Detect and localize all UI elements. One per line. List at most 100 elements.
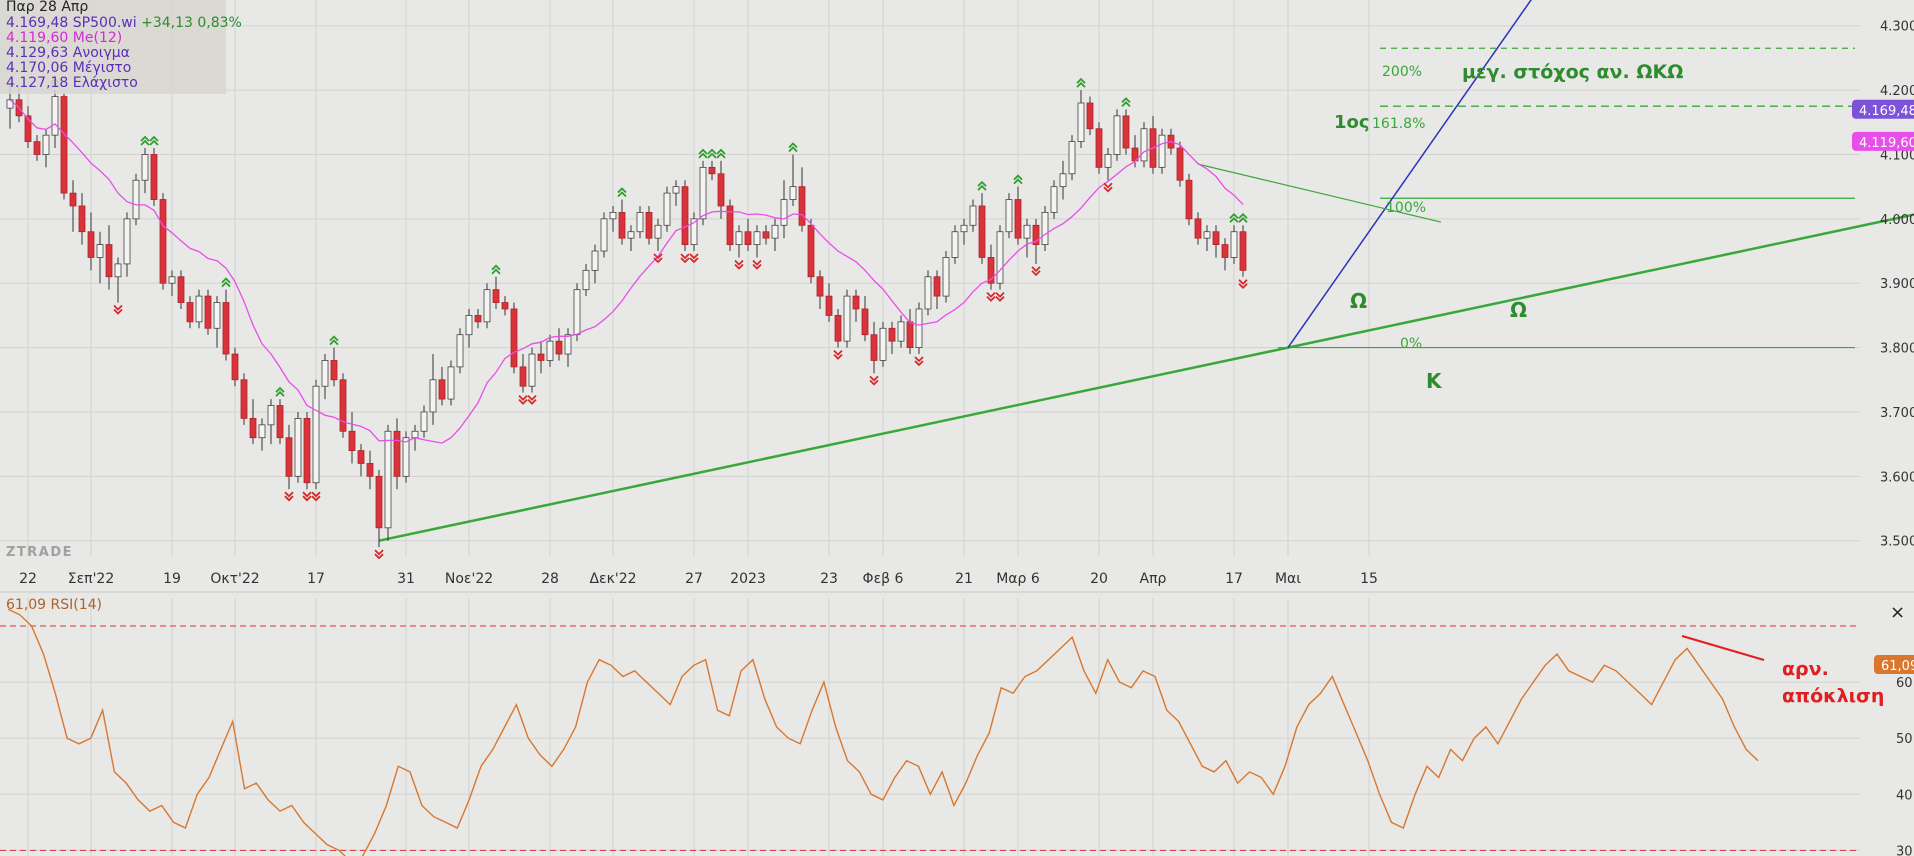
bullish-candle[interactable] [1230, 231, 1238, 258]
bearish-candle[interactable] [303, 417, 311, 484]
bullish-candle[interactable] [654, 224, 662, 239]
bullish-candle[interactable] [384, 430, 392, 529]
bullish-candle[interactable] [114, 263, 122, 278]
bullish-candle[interactable] [951, 231, 959, 258]
bullish-candle[interactable] [447, 366, 455, 400]
bullish-candle[interactable] [483, 289, 491, 323]
bearish-candle[interactable] [744, 231, 752, 245]
bearish-candle[interactable] [375, 475, 383, 529]
bullish-candle[interactable] [1077, 102, 1085, 143]
bullish-candle[interactable] [591, 250, 599, 271]
bearish-candle[interactable] [1221, 244, 1229, 258]
bearish-candle[interactable] [60, 96, 68, 194]
bullish-candle[interactable] [51, 96, 59, 136]
bearish-candle[interactable] [159, 199, 167, 284]
bullish-candle[interactable] [663, 192, 671, 226]
bearish-candle[interactable] [105, 244, 113, 278]
bearish-candle[interactable] [501, 302, 509, 310]
bullish-candle[interactable] [771, 224, 779, 239]
bearish-candle[interactable] [339, 379, 347, 432]
bearish-candle[interactable] [888, 327, 896, 342]
bearish-candle[interactable] [87, 231, 95, 258]
bullish-candle[interactable] [582, 269, 590, 291]
bearish-candle[interactable] [492, 289, 500, 303]
bearish-candle[interactable] [474, 315, 482, 323]
bearish-candle[interactable] [825, 295, 833, 316]
bearish-candle[interactable] [249, 417, 257, 439]
bearish-candle[interactable] [861, 308, 869, 336]
bearish-candle[interactable] [222, 302, 230, 355]
bullish-candle[interactable] [96, 244, 104, 258]
bullish-candle[interactable] [411, 430, 419, 439]
bearish-candle[interactable] [978, 205, 986, 258]
bearish-candle[interactable] [366, 463, 374, 477]
bearish-candle[interactable] [1176, 147, 1184, 181]
bullish-candle[interactable] [969, 205, 977, 226]
bullish-candle[interactable] [321, 360, 329, 387]
bullish-candle[interactable] [42, 134, 50, 155]
bullish-candle[interactable] [960, 224, 968, 233]
bearish-candle[interactable] [537, 353, 545, 361]
bullish-candle[interactable] [213, 302, 221, 329]
bearish-candle[interactable] [204, 295, 212, 329]
bullish-candle[interactable] [780, 199, 788, 226]
bearish-candle[interactable] [1095, 128, 1103, 168]
bearish-candle[interactable] [681, 186, 689, 245]
bearish-candle[interactable] [645, 212, 653, 239]
bearish-candle[interactable] [618, 212, 626, 239]
bearish-candle[interactable] [933, 276, 941, 297]
bearish-candle[interactable] [1086, 102, 1094, 130]
bearish-candle[interactable] [1194, 218, 1202, 239]
bullish-candle[interactable] [195, 295, 203, 323]
bullish-candle[interactable] [168, 276, 176, 284]
bullish-candle[interactable] [942, 257, 950, 297]
bullish-candle[interactable] [564, 334, 572, 355]
bullish-candle[interactable] [627, 231, 635, 239]
bullish-candle[interactable] [402, 437, 410, 477]
bullish-candle[interactable] [1023, 224, 1031, 239]
bearish-candle[interactable] [1239, 231, 1247, 271]
bearish-candle[interactable] [852, 295, 860, 310]
bearish-candle[interactable] [762, 231, 770, 239]
bullish-candle[interactable] [1050, 186, 1058, 213]
bullish-candle[interactable] [312, 385, 320, 484]
bullish-candle[interactable] [573, 289, 581, 336]
bullish-candle[interactable] [465, 315, 473, 336]
bullish-candle[interactable] [132, 179, 140, 220]
bullish-candle[interactable] [753, 231, 761, 245]
bearish-candle[interactable] [708, 166, 716, 175]
bearish-candle[interactable] [357, 450, 365, 464]
bearish-candle[interactable] [519, 366, 527, 387]
bearish-candle[interactable] [1212, 231, 1220, 245]
bearish-candle[interactable] [69, 192, 77, 207]
close-rsi-panel-icon[interactable]: × [1890, 602, 1905, 623]
bullish-candle[interactable] [843, 295, 851, 342]
bearish-candle[interactable] [816, 276, 824, 297]
bearish-candle[interactable] [177, 276, 185, 303]
bearish-candle[interactable] [798, 186, 806, 226]
bullish-candle[interactable] [1005, 199, 1013, 233]
bearish-candle[interactable] [330, 360, 338, 381]
bullish-candle[interactable] [1041, 212, 1049, 245]
bullish-candle[interactable] [456, 334, 464, 368]
price-chart[interactable]: 3.5003.6003.7003.8003.9004.0004.1004.200… [0, 0, 1914, 856]
bullish-candle[interactable] [924, 276, 932, 310]
bearish-candle[interactable] [276, 405, 284, 439]
bearish-candle[interactable] [33, 141, 41, 155]
bullish-candle[interactable] [1068, 141, 1076, 175]
bearish-candle[interactable] [555, 340, 563, 355]
bearish-candle[interactable] [240, 379, 248, 419]
bearish-candle[interactable] [393, 430, 401, 477]
bullish-candle[interactable] [1104, 154, 1112, 168]
bearish-candle[interactable] [906, 321, 914, 348]
bullish-candle[interactable] [915, 308, 923, 348]
bullish-candle[interactable] [429, 379, 437, 413]
bullish-candle[interactable] [1158, 134, 1166, 168]
bullish-candle[interactable] [1203, 231, 1211, 239]
bullish-candle[interactable] [1059, 173, 1067, 188]
bearish-candle[interactable] [285, 437, 293, 477]
bearish-candle[interactable] [150, 154, 158, 200]
bullish-candle[interactable] [420, 411, 428, 432]
bullish-candle[interactable] [267, 405, 275, 426]
bullish-candle[interactable] [141, 154, 149, 181]
